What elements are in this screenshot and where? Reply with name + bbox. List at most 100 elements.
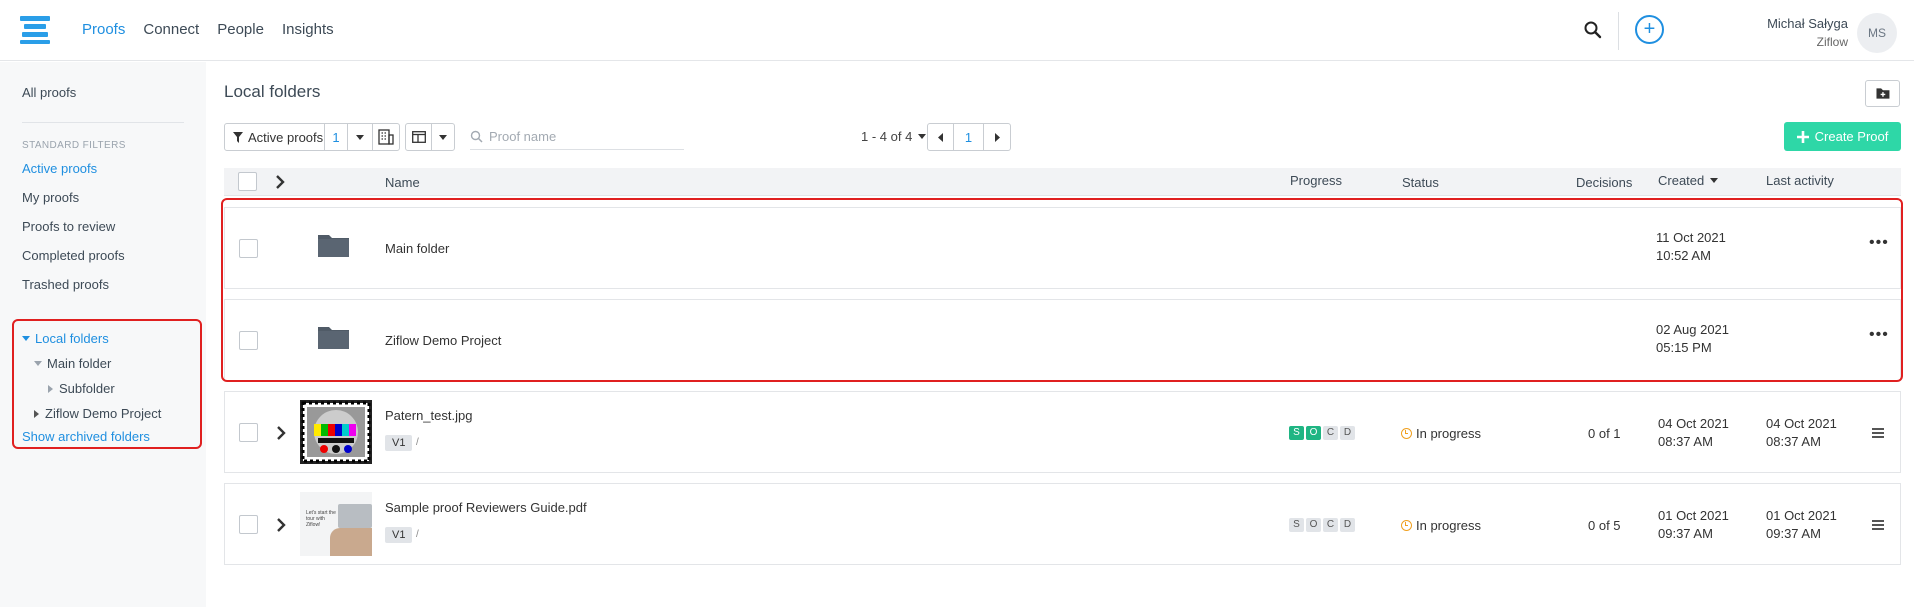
column-decisions[interactable]: Decisions <box>1576 175 1632 190</box>
created-date-time: 10:52 AM <box>1656 248 1711 263</box>
tree-label: Ziflow Demo Project <box>45 406 162 421</box>
row-checkbox[interactable] <box>239 515 258 534</box>
new-folder-icon[interactable] <box>1865 80 1900 107</box>
column-progress[interactable]: Progress <box>1290 173 1342 188</box>
sidebar-item-my-proofs[interactable]: My proofs <box>22 190 79 205</box>
table-row[interactable]: Ziflow Demo Project 02 Aug 2021 05:15 PM… <box>224 299 1901 381</box>
version-badge[interactable]: V1 <box>385 435 413 451</box>
create-proof-button[interactable]: Create Proof <box>1784 122 1901 151</box>
row-menu-icon[interactable] <box>1872 520 1884 530</box>
table-header: Name Progress Status Decisions Created L… <box>224 168 1901 196</box>
pagination-dropdown[interactable]: 1 - 4 of 4 <box>861 129 931 144</box>
chevron-down-icon <box>917 134 926 139</box>
sidebar-item-proofs-to-review[interactable]: Proofs to review <box>22 219 115 234</box>
column-created[interactable]: Created <box>1658 173 1723 188</box>
column-name[interactable]: Name <box>385 175 420 190</box>
user-info[interactable]: Michał Sałyga Ziflow <box>1767 15 1848 51</box>
tree-subfolder[interactable]: Subfolder <box>48 381 115 396</box>
proof-name[interactable]: Patern_test.jpg <box>385 408 472 423</box>
caret-right-icon[interactable] <box>48 385 53 393</box>
table-row[interactable]: Patern_test.jpg V1 / S O C D In progress… <box>224 391 1901 473</box>
decisions-count[interactable]: 0 of 1 <box>1588 426 1621 441</box>
nav-people[interactable]: People <box>217 21 264 38</box>
filter-count[interactable]: 1 <box>325 124 348 150</box>
status-label: In progress <box>1416 426 1482 441</box>
search-icon[interactable] <box>1583 20 1603 40</box>
caret-down-icon[interactable] <box>22 336 30 341</box>
row-checkbox[interactable] <box>239 331 258 350</box>
expand-all-chevron-icon[interactable] <box>275 175 285 189</box>
layout-view-icon[interactable] <box>406 124 432 150</box>
tree-local-folders[interactable]: Local folders <box>22 331 109 346</box>
building-icon[interactable] <box>373 124 399 150</box>
table-row[interactable]: Main folder 11 Oct 2021 10:52 AM ••• <box>224 207 1901 289</box>
decisions-count[interactable]: 0 of 5 <box>1588 518 1621 533</box>
nav-proofs[interactable]: Proofs <box>82 21 125 38</box>
sidebar-item-active-proofs[interactable]: Active proofs <box>22 161 97 176</box>
laptop-image <box>338 504 372 528</box>
tree-main-folder[interactable]: Main folder <box>34 356 111 371</box>
sidebar-item-all-proofs[interactable]: All proofs <box>22 85 76 100</box>
ziflow-logo[interactable] <box>20 16 50 44</box>
current-page[interactable]: 1 <box>954 124 984 150</box>
plus-icon <box>1796 130 1809 143</box>
caret-down-icon[interactable] <box>34 361 42 366</box>
filters-heading: STANDARD FILTERS <box>22 140 126 151</box>
proof-name[interactable]: Sample proof Reviewers Guide.pdf <box>385 500 587 515</box>
row-checkbox[interactable] <box>239 423 258 442</box>
tree-ziflow-demo-project[interactable]: Ziflow Demo Project <box>34 406 161 421</box>
tree-label: Local folders <box>35 331 109 346</box>
top-bar: Proofs Connect People Insights + Michał … <box>0 0 1914 61</box>
divider <box>1618 12 1619 50</box>
created-date: 04 Oct 2021 08:37 AM <box>1658 415 1729 451</box>
reviewers-guide-thumbnail[interactable]: Let's start the tour with Ziflow! <box>300 492 372 556</box>
caret-right-icon[interactable] <box>34 410 39 418</box>
created-date-day: 02 Aug 2021 <box>1656 322 1730 337</box>
table-row[interactable]: Let's start the tour with Ziflow! Sample… <box>224 483 1901 565</box>
chevron-left-icon <box>937 132 943 142</box>
created-date-day: 11 Oct 2021 <box>1656 230 1726 245</box>
sidebar-item-trashed-proofs[interactable]: Trashed proofs <box>22 277 109 292</box>
folder-name[interactable]: Main folder <box>385 241 449 256</box>
proof-search <box>470 124 684 150</box>
more-options-icon[interactable]: ••• <box>1869 234 1889 252</box>
filter-toolbar: Active proofs 1 <box>224 123 400 151</box>
avatar[interactable]: MS <box>1857 13 1897 53</box>
nav-insights[interactable]: Insights <box>282 21 334 38</box>
hand-image <box>330 528 372 556</box>
active-filter-button[interactable]: Active proofs <box>225 124 325 150</box>
main-nav: Proofs Connect People Insights <box>82 21 334 38</box>
sidebar-item-completed-proofs[interactable]: Completed proofs <box>22 248 125 263</box>
last-activity-date: 04 Oct 2021 08:37 AM <box>1766 415 1837 451</box>
select-all-checkbox[interactable] <box>238 172 257 191</box>
more-options-icon[interactable]: ••• <box>1869 326 1889 344</box>
show-archived-folders-link[interactable]: Show archived folders <box>22 429 150 444</box>
sort-desc-icon <box>1709 178 1718 183</box>
created-date: 01 Oct 2021 09:37 AM <box>1658 507 1729 543</box>
clock-icon <box>1401 520 1412 531</box>
row-checkbox[interactable] <box>239 239 258 258</box>
tree-label: Subfolder <box>59 381 115 396</box>
user-name: Michał Sałyga <box>1767 16 1848 31</box>
progress-steps: S O C D <box>1289 426 1355 440</box>
create-proof-label: Create Proof <box>1814 129 1889 144</box>
column-status[interactable]: Status <box>1402 175 1439 190</box>
created-date-day: 01 Oct 2021 <box>1658 508 1729 523</box>
nav-connect[interactable]: Connect <box>143 21 199 38</box>
expand-chevron-icon[interactable] <box>276 518 286 532</box>
next-page-button[interactable] <box>984 124 1010 150</box>
expand-chevron-icon[interactable] <box>276 426 286 440</box>
proof-name-input[interactable] <box>489 129 679 144</box>
last-activity-day: 01 Oct 2021 <box>1766 508 1837 523</box>
folder-name[interactable]: Ziflow Demo Project <box>385 333 501 348</box>
tree-label: Main folder <box>47 356 112 371</box>
prev-page-button[interactable] <box>928 124 954 150</box>
version-badge[interactable]: V1 <box>385 527 413 543</box>
add-icon[interactable]: + <box>1635 15 1664 44</box>
filter-dropdown[interactable] <box>348 124 373 150</box>
view-dropdown[interactable] <box>432 124 454 150</box>
row-menu-icon[interactable] <box>1872 428 1884 438</box>
created-date: 02 Aug 2021 05:15 PM <box>1656 321 1729 357</box>
column-last-activity[interactable]: Last activity <box>1766 173 1834 188</box>
test-pattern-thumbnail[interactable] <box>300 400 372 464</box>
